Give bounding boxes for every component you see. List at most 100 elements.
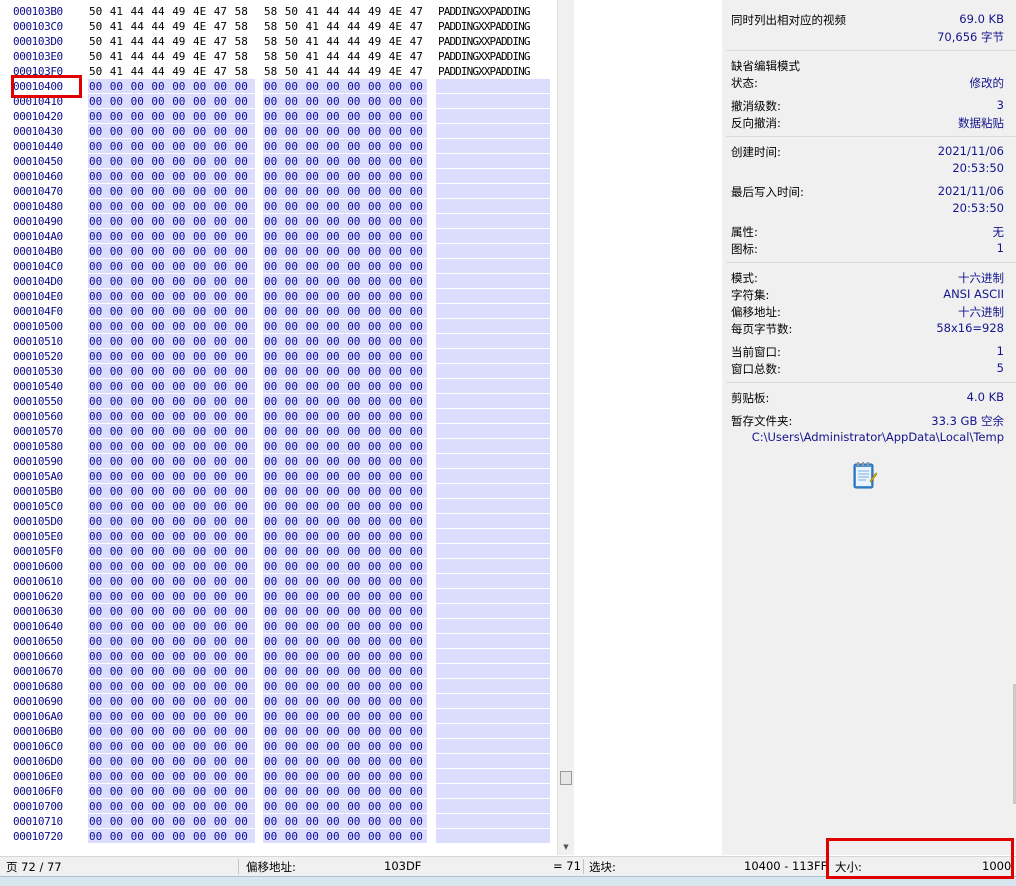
hex-byte[interactable]: 00 <box>389 769 402 784</box>
hex-byte[interactable]: 00 <box>214 709 227 724</box>
hex-row[interactable]: 00010430 00 00 00 00 00 00 00 00 00 00 00 00 00 00 00 00 <box>0 124 574 139</box>
hex-byte[interactable]: 00 <box>347 259 360 274</box>
hex-byte[interactable]: 00 <box>214 439 227 454</box>
hex-byte[interactable]: 00 <box>193 679 206 694</box>
hex-row[interactable]: 00010530 00 00 00 00 00 00 00 00 00 00 00 00 00 00 00 00 <box>0 364 574 379</box>
hex-byte[interactable]: 00 <box>214 274 227 289</box>
hex-byte[interactable]: 00 <box>89 574 102 589</box>
hex-byte[interactable]: 00 <box>193 439 206 454</box>
hex-byte[interactable]: 00 <box>151 769 164 784</box>
hex-byte[interactable]: 00 <box>285 499 298 514</box>
hex-byte[interactable]: 00 <box>306 139 319 154</box>
hex-byte[interactable]: 00 <box>368 319 381 334</box>
hex-byte[interactable]: 44 <box>347 4 360 19</box>
hex-byte[interactable]: 00 <box>193 379 206 394</box>
hex-byte[interactable]: 00 <box>264 499 277 514</box>
hex-byte[interactable]: 00 <box>389 694 402 709</box>
hex-byte[interactable]: 44 <box>131 4 144 19</box>
hex-byte[interactable]: 00 <box>326 379 339 394</box>
hex-byte[interactable]: 00 <box>193 739 206 754</box>
hex-byte[interactable]: 00 <box>172 679 185 694</box>
hex-byte[interactable]: 00 <box>193 649 206 664</box>
hex-byte[interactable]: 00 <box>326 739 339 754</box>
hex-byte[interactable]: 49 <box>368 49 381 64</box>
hex-row[interactable]: 00010600 00 00 00 00 00 00 00 00 00 00 00 00 00 00 00 00 <box>0 559 574 574</box>
hex-byte[interactable]: 00 <box>131 784 144 799</box>
hex-byte[interactable]: 00 <box>264 829 277 844</box>
hex-byte[interactable]: 00 <box>306 574 319 589</box>
hex-byte[interactable]: 00 <box>368 589 381 604</box>
hex-byte[interactable]: 00 <box>151 799 164 814</box>
hex-byte[interactable]: 00 <box>214 109 227 124</box>
hex-byte[interactable]: 50 <box>89 49 102 64</box>
hex-byte[interactable]: 00 <box>389 424 402 439</box>
hex-byte[interactable]: 00 <box>285 139 298 154</box>
hex-byte[interactable]: 00 <box>151 349 164 364</box>
hex-byte[interactable]: 47 <box>214 64 227 79</box>
hex-byte[interactable]: 00 <box>151 154 164 169</box>
hex-byte[interactable]: 00 <box>89 379 102 394</box>
hex-byte[interactable]: 00 <box>389 259 402 274</box>
hex-byte[interactable]: 00 <box>172 214 185 229</box>
hex-row[interactable]: 00010700 00 00 00 00 00 00 00 00 00 00 00 00 00 00 00 00 <box>0 799 574 814</box>
hex-byte[interactable]: 00 <box>368 739 381 754</box>
hex-byte[interactable]: 00 <box>285 514 298 529</box>
hex-byte[interactable]: 00 <box>306 829 319 844</box>
hex-byte[interactable]: 00 <box>410 334 423 349</box>
hex-byte[interactable]: 00 <box>193 559 206 574</box>
hex-byte[interactable]: 00 <box>410 199 423 214</box>
hex-byte[interactable]: 00 <box>410 529 423 544</box>
hex-byte[interactable]: 00 <box>110 784 123 799</box>
hex-byte[interactable]: 00 <box>151 199 164 214</box>
hex-byte[interactable]: 00 <box>172 724 185 739</box>
hex-byte[interactable]: 00 <box>193 304 206 319</box>
hex-byte[interactable]: 00 <box>410 769 423 784</box>
hex-byte[interactable]: 00 <box>110 379 123 394</box>
hex-byte[interactable]: 00 <box>193 469 206 484</box>
hex-byte[interactable]: 00 <box>326 94 339 109</box>
hex-byte[interactable]: 00 <box>235 199 248 214</box>
hex-byte[interactable]: 44 <box>326 4 339 19</box>
hex-byte[interactable]: 00 <box>410 784 423 799</box>
hex-row[interactable]: 000106A0 00 00 00 00 00 00 00 00 00 00 00 00 00 00 00 00 <box>0 709 574 724</box>
hex-byte[interactable]: 00 <box>389 514 402 529</box>
hex-byte[interactable]: 00 <box>172 289 185 304</box>
hex-byte[interactable]: 00 <box>214 574 227 589</box>
hex-byte[interactable]: 00 <box>89 274 102 289</box>
hex-byte[interactable]: 00 <box>151 694 164 709</box>
hex-byte[interactable]: 00 <box>235 154 248 169</box>
hex-byte[interactable]: 00 <box>368 364 381 379</box>
hex-byte[interactable]: 00 <box>193 79 206 94</box>
hex-byte[interactable]: 00 <box>110 364 123 379</box>
hex-byte[interactable]: 00 <box>410 574 423 589</box>
hex-byte[interactable]: 00 <box>214 784 227 799</box>
hex-row[interactable]: 00010650 00 00 00 00 00 00 00 00 00 00 00 00 00 00 00 00 <box>0 634 574 649</box>
hex-byte[interactable]: 00 <box>285 814 298 829</box>
hex-byte[interactable]: 50 <box>285 19 298 34</box>
hex-byte[interactable]: 00 <box>326 484 339 499</box>
hex-byte[interactable]: 00 <box>214 169 227 184</box>
hex-byte[interactable]: 00 <box>264 259 277 274</box>
hex-byte[interactable]: 00 <box>151 724 164 739</box>
hex-byte[interactable]: 00 <box>264 274 277 289</box>
hex-byte[interactable]: 00 <box>235 94 248 109</box>
hex-byte[interactable]: 00 <box>368 799 381 814</box>
hex-byte[interactable]: 00 <box>410 424 423 439</box>
hex-byte[interactable]: 00 <box>193 769 206 784</box>
hex-byte[interactable]: 00 <box>285 739 298 754</box>
hex-byte[interactable]: 00 <box>172 694 185 709</box>
hex-byte[interactable]: 00 <box>368 124 381 139</box>
hex-byte[interactable]: 00 <box>235 709 248 724</box>
hex-byte[interactable]: 00 <box>326 349 339 364</box>
hex-byte[interactable]: 00 <box>172 604 185 619</box>
hex-byte[interactable]: 00 <box>172 439 185 454</box>
hex-byte[interactable]: 00 <box>151 94 164 109</box>
hex-byte[interactable]: 00 <box>214 724 227 739</box>
hex-byte[interactable]: 50 <box>285 34 298 49</box>
hex-byte[interactable]: 00 <box>326 154 339 169</box>
hex-byte[interactable]: 00 <box>410 814 423 829</box>
hex-byte[interactable]: 00 <box>131 574 144 589</box>
hex-byte[interactable]: 00 <box>306 244 319 259</box>
hex-byte[interactable]: 00 <box>172 79 185 94</box>
hex-byte[interactable]: 00 <box>368 664 381 679</box>
